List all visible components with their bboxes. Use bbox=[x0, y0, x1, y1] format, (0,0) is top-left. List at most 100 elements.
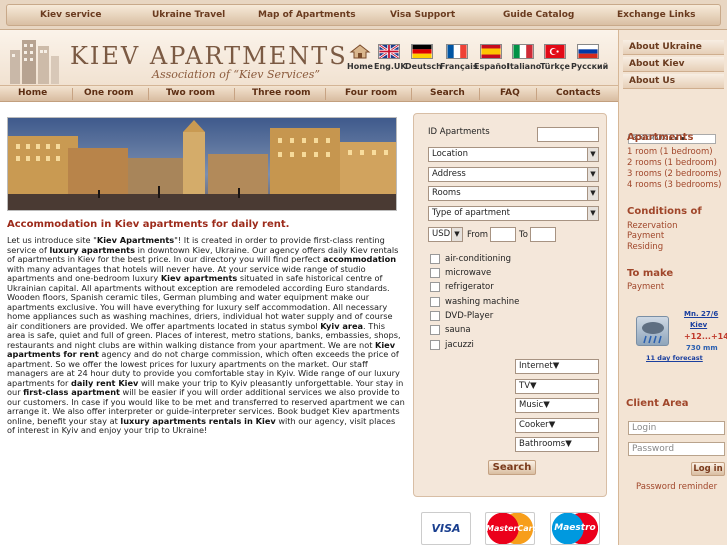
currency-value: USD bbox=[432, 229, 451, 239]
top-navigation: Kiev service Ukraine Travel Map of Apart… bbox=[0, 0, 727, 30]
rooms-select[interactable]: Rooms ▼ bbox=[428, 186, 599, 201]
location-select[interactable]: Location ▼ bbox=[428, 147, 599, 162]
select-value: Internet bbox=[519, 361, 553, 371]
site-header: KIEV APARTMENTS Association of “Kiev Ser… bbox=[0, 30, 618, 86]
language-italiano[interactable]: Italiano bbox=[507, 44, 541, 78]
id-apartments-label: ID Apartments bbox=[428, 127, 490, 137]
tv-select[interactable]: TV▼ bbox=[515, 379, 599, 394]
site-logo-title[interactable]: KIEV APARTMENTS bbox=[70, 42, 348, 70]
flag-ru-icon bbox=[577, 44, 599, 59]
about-us-link[interactable]: About Us bbox=[623, 74, 724, 89]
id-apartments-input[interactable] bbox=[537, 127, 599, 142]
language-deutsch[interactable]: Deutsch bbox=[405, 44, 442, 78]
language-label: Türkçe bbox=[540, 62, 570, 71]
search-button[interactable]: Search bbox=[488, 460, 536, 475]
chevron-down-icon: ▼ bbox=[587, 148, 598, 161]
topnav-kiev-service[interactable]: Kiev service bbox=[40, 10, 101, 20]
conditions-link[interactable]: Rezervation bbox=[627, 221, 677, 231]
internet-select[interactable]: Internet▼ bbox=[515, 359, 599, 374]
weather-date[interactable]: Mn. 27/6 bbox=[684, 310, 718, 318]
refrigerator-checkbox[interactable] bbox=[430, 282, 440, 292]
microwave-checkbox[interactable] bbox=[430, 268, 440, 278]
nav-two-room[interactable]: Two room bbox=[166, 88, 215, 98]
topnav-map-of-apartments[interactable]: Map of Apartments bbox=[258, 10, 356, 20]
select-value: TV bbox=[519, 381, 531, 391]
language-espanol[interactable]: Español bbox=[474, 44, 510, 78]
checkbox-label: sauna bbox=[445, 325, 471, 335]
language-label: Español bbox=[474, 62, 510, 71]
nav-four-room[interactable]: Four room bbox=[345, 88, 397, 98]
top-nav-bar bbox=[6, 4, 721, 26]
apartments-link[interactable]: 3 rooms (2 bedrooms) bbox=[627, 169, 721, 179]
payment-link[interactable]: Payment bbox=[627, 282, 664, 292]
topnav-guide-catalog[interactable]: Guide Catalog bbox=[503, 10, 574, 20]
nav-contacts[interactable]: Contacts bbox=[556, 88, 601, 98]
kiev-square-photo bbox=[7, 117, 397, 211]
address-select[interactable]: Address ▼ bbox=[428, 167, 599, 182]
music-select[interactable]: Music▼ bbox=[515, 398, 599, 413]
chevron-down-icon: ▼ bbox=[530, 381, 537, 391]
jacuzzi-checkbox[interactable] bbox=[430, 340, 440, 350]
topnav-exchange-links[interactable]: Exchange Links bbox=[617, 10, 695, 20]
main-navigation: Home One room Two room Three room Four r… bbox=[0, 86, 618, 102]
nav-one-room[interactable]: One room bbox=[84, 88, 133, 98]
intro-bold-text: luxury apartments rentals in Kiev bbox=[120, 415, 276, 426]
checkbox-label: air-conditioning bbox=[445, 254, 512, 264]
language-russian[interactable]: Русский bbox=[571, 44, 609, 78]
topnav-ukraine-travel[interactable]: Ukraine Travel bbox=[152, 10, 225, 20]
checkbox-label: refrigerator bbox=[445, 282, 494, 292]
login-input[interactable]: Login bbox=[628, 421, 725, 435]
apartments-link[interactable]: 1 room (1 bedroom) bbox=[627, 147, 713, 157]
conditions-link[interactable]: Payment bbox=[627, 231, 664, 241]
chevron-down-icon: ▼ bbox=[565, 439, 572, 449]
client-area-heading: Client Area bbox=[626, 398, 689, 409]
weather-forecast-link[interactable]: 11 day forecast bbox=[646, 354, 703, 362]
price-from-input[interactable] bbox=[490, 227, 516, 242]
flag-es-icon bbox=[479, 44, 502, 59]
flag-uk-icon bbox=[378, 44, 400, 59]
apartments-link[interactable]: 2 rooms (1 bedroom) bbox=[627, 158, 717, 168]
language-label: Русский bbox=[571, 62, 609, 71]
nav-faq[interactable]: FAQ bbox=[500, 88, 520, 98]
chevron-down-icon: ▼ bbox=[548, 420, 556, 430]
login-button[interactable]: Log in bbox=[691, 462, 725, 476]
language-english[interactable]: Eng.UK bbox=[374, 44, 407, 78]
flag-tr-icon bbox=[544, 44, 566, 59]
sauna-checkbox[interactable] bbox=[430, 325, 440, 335]
apartment-search-panel: ID Apartments Location ▼ Address ▼ Rooms ▼ … bbox=[413, 113, 607, 497]
weather-city[interactable]: Kiev bbox=[690, 321, 707, 329]
select-value: Rooms bbox=[432, 188, 461, 198]
about-kiev-link[interactable]: About Kiev bbox=[623, 57, 724, 72]
currency-select[interactable]: USD ▼ bbox=[428, 227, 463, 242]
intro-bold-text: first-class apartment bbox=[23, 387, 120, 397]
topnav-visa-support[interactable]: Visa Support bbox=[390, 10, 455, 20]
about-menu: About Ukraine About Kiev About Us bbox=[619, 40, 727, 91]
conditions-link[interactable]: Residing bbox=[627, 242, 663, 252]
mastercard-icon: MasterCard bbox=[485, 512, 538, 545]
bathrooms-select[interactable]: Bathrooms▼ bbox=[515, 437, 599, 452]
flag-it-icon bbox=[512, 44, 534, 59]
dvd-player-checkbox[interactable] bbox=[430, 311, 440, 321]
nav-home[interactable]: Home bbox=[18, 88, 47, 98]
language-home[interactable]: Home bbox=[346, 44, 374, 78]
washing-machine-checkbox[interactable] bbox=[430, 297, 440, 307]
language-label: Français bbox=[440, 62, 478, 71]
city-night-image bbox=[8, 118, 396, 210]
nav-divider bbox=[411, 88, 412, 100]
price-to-input[interactable] bbox=[530, 227, 556, 242]
password-input[interactable]: Password bbox=[628, 442, 725, 456]
nav-three-room[interactable]: Three room bbox=[252, 88, 311, 98]
language-francais[interactable]: Français bbox=[440, 44, 478, 78]
apartments-link[interactable]: 4 rooms (3 bedrooms) bbox=[627, 180, 721, 190]
password-reminder-link[interactable]: Password reminder bbox=[636, 482, 717, 492]
air-conditioning-checkbox[interactable] bbox=[430, 254, 440, 264]
about-ukraine-link[interactable]: About Ukraine bbox=[623, 40, 724, 55]
nav-divider bbox=[325, 88, 326, 100]
cooker-select[interactable]: Cooker▼ bbox=[515, 418, 599, 433]
price-from-label: From bbox=[467, 230, 489, 240]
type-of-apartment-select[interactable]: Type of apartment ▼ bbox=[428, 206, 599, 221]
chevron-down-icon: ▼ bbox=[587, 207, 598, 220]
language-turkce[interactable]: Türkçe bbox=[540, 44, 570, 78]
nav-divider bbox=[234, 88, 235, 100]
nav-search[interactable]: Search bbox=[430, 88, 465, 98]
